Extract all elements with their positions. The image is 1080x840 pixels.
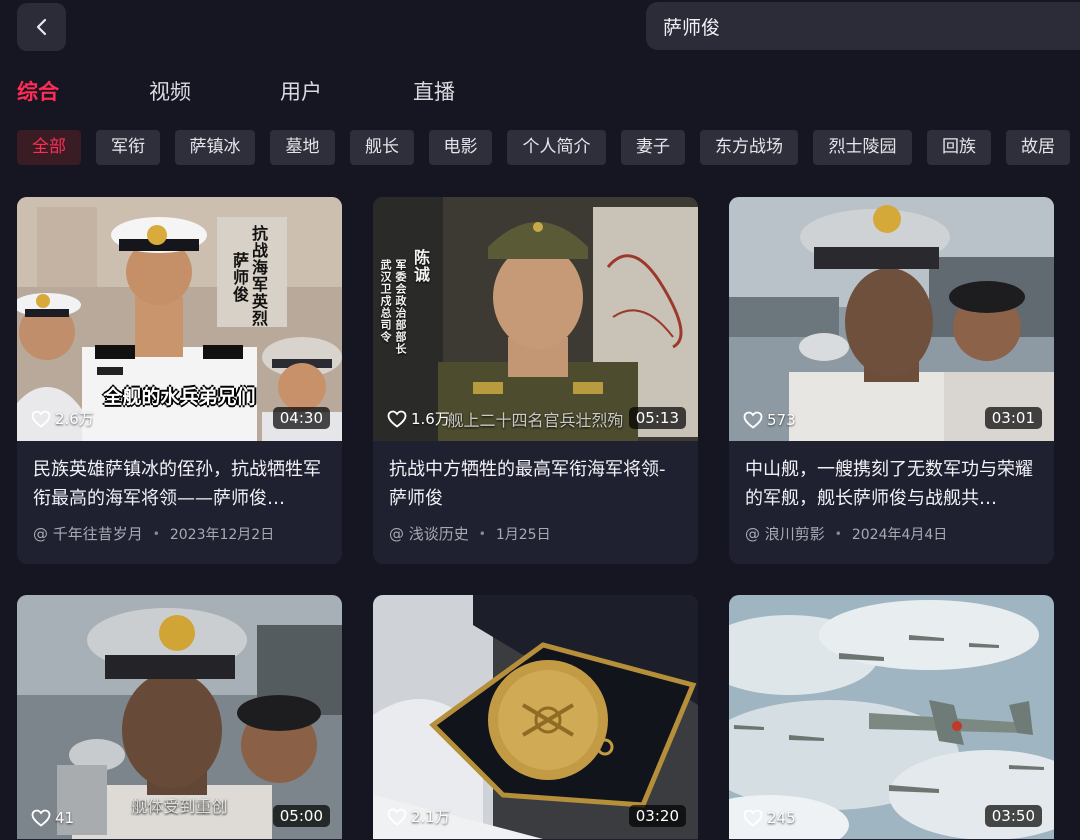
- chip-martyrs-cemetery[interactable]: 烈士陵园: [813, 130, 912, 165]
- video-card[interactable]: 573 03:01 中山舰，一艘携刻了无数军功与荣耀的军舰，舰长萨师俊与战舰共……: [729, 197, 1054, 564]
- duration-badge: 05:00: [272, 805, 330, 827]
- ship-captain-image: [729, 197, 1054, 441]
- chip-eastern-front[interactable]: 东方战场: [700, 130, 798, 165]
- separator-dot: •: [478, 526, 486, 541]
- tab-users[interactable]: 用户: [280, 74, 322, 110]
- chip-profile[interactable]: 个人简介: [507, 130, 606, 165]
- tab-video[interactable]: 视频: [149, 74, 191, 110]
- chip-movie[interactable]: 电影: [429, 130, 492, 165]
- duration-badge: 03:50: [984, 805, 1042, 827]
- separator-dot: •: [834, 526, 842, 541]
- video-title[interactable]: 中山舰，一艘携刻了无数军功与荣耀的军舰，舰长萨师俊与战舰共…: [745, 455, 1038, 513]
- chip-wife[interactable]: 妻子: [621, 130, 685, 165]
- video-meta: @ 浅谈历史 • 1月25日: [389, 523, 551, 544]
- heart-icon: [31, 410, 51, 428]
- chip-all[interactable]: 全部: [17, 130, 81, 165]
- likes-count: 245: [743, 809, 796, 827]
- result-tabs: 综合 视频 用户 直播: [0, 74, 1080, 110]
- chip-sa-zhenbing[interactable]: 萨镇冰: [175, 130, 255, 165]
- duration-badge: 03:01: [984, 407, 1042, 429]
- video-thumbnail[interactable]: 舰体受到重创 41 05:00: [17, 595, 342, 839]
- search-results-page: 萨师俊 综合 视频 用户 直播 全部 军衔 萨镇冰 墓地 舰长 电影 个人简介 …: [0, 0, 1080, 840]
- video-card[interactable]: 舰体受到重创 41 05:00: [17, 595, 342, 840]
- duration-badge: 04:30: [272, 407, 330, 429]
- pocket-watch-image: [373, 595, 698, 839]
- heart-icon: [387, 808, 407, 826]
- video-thumbnail[interactable]: 陈诚 军委会政治部部长 武汉卫戍总司令 舰上二十四名官兵壮烈殉 1.6万 05:…: [373, 197, 698, 441]
- likes-count: 2.6万: [31, 408, 94, 429]
- chip-captain[interactable]: 舰长: [350, 130, 414, 165]
- publish-date: 2023年12月2日: [169, 526, 275, 543]
- duration-badge: 05:13: [628, 407, 686, 429]
- overlay-caption: 全舰的水兵弟兄们: [103, 386, 256, 408]
- video-thumbnail[interactable]: 245 03:50: [729, 595, 1054, 839]
- author-name[interactable]: @ 千年往昔岁月: [33, 523, 143, 544]
- likes-count: 41: [31, 809, 74, 827]
- likes-count: 2.1万: [387, 806, 450, 827]
- chip-tomb[interactable]: 墓地: [270, 130, 335, 165]
- video-title[interactable]: 抗战中方牺牲的最高军衔海军将领-萨师俊: [389, 455, 682, 513]
- publish-date: 2024年4月4日: [851, 526, 948, 543]
- video-meta: @ 千年往昔岁月 • 2023年12月2日: [33, 523, 274, 544]
- officer-portrait-image: [373, 197, 698, 441]
- video-meta: @ 浪川剪影 • 2024年4月4日: [745, 523, 947, 544]
- video-thumbnail[interactable]: 573 03:01: [729, 197, 1054, 441]
- tab-comprehensive[interactable]: 综合: [17, 74, 59, 110]
- overlay-vertical-text: 军委会政治部部长: [394, 259, 407, 355]
- heart-icon: [743, 809, 763, 827]
- likes-count: 573: [743, 411, 796, 429]
- likes-count: 1.6万: [387, 408, 450, 429]
- video-card[interactable]: 陈诚 军委会政治部部长 武汉卫戍总司令 舰上二十四名官兵壮烈殉 1.6万 05:…: [373, 197, 698, 564]
- search-input[interactable]: 萨师俊: [646, 2, 1080, 50]
- video-thumbnail[interactable]: 抗战海军英烈 萨师俊 全舰的水兵弟兄们 2.6万 04:30: [17, 197, 342, 441]
- video-card[interactable]: 245 03:50: [729, 595, 1054, 840]
- video-title[interactable]: 民族英雄萨镇冰的侄孙，抗战牺牲军衔最高的海军将领——萨师俊…: [33, 455, 326, 513]
- overlay-vertical-text: 陈诚: [411, 249, 430, 283]
- overlay-vertical-text: 萨师俊: [230, 252, 249, 303]
- video-card[interactable]: 抗战海军英烈 萨师俊 全舰的水兵弟兄们 2.6万 04:30 民族英雄萨镇冰的侄…: [17, 197, 342, 564]
- aircraft-formation-image: [729, 595, 1054, 839]
- heart-icon: [31, 809, 51, 827]
- tab-live[interactable]: 直播: [413, 74, 455, 110]
- author-name[interactable]: @ 浪川剪影: [745, 523, 825, 544]
- chip-hui[interactable]: 回族: [927, 130, 991, 165]
- video-card[interactable]: 2.1万 03:20: [373, 595, 698, 840]
- back-button[interactable]: [17, 3, 66, 51]
- overlay-vertical-text: 武汉卫戍总司令: [379, 259, 392, 343]
- search-query: 萨师俊: [663, 16, 721, 39]
- heart-icon: [387, 410, 407, 428]
- chevron-left-icon: [36, 18, 46, 36]
- separator-dot: •: [152, 526, 160, 541]
- filter-chips: 全部 军衔 萨镇冰 墓地 舰长 电影 个人简介 妻子 东方战场 烈士陵园 回族 …: [0, 130, 1080, 165]
- author-name[interactable]: @ 浅谈历史: [389, 523, 469, 544]
- video-thumbnail[interactable]: 2.1万 03:20: [373, 595, 698, 839]
- chip-former-residence[interactable]: 故居: [1006, 130, 1070, 165]
- chip-rank[interactable]: 军衔: [96, 130, 160, 165]
- publish-date: 1月25日: [495, 526, 551, 543]
- duration-badge: 03:20: [628, 805, 686, 827]
- heart-icon: [743, 411, 763, 429]
